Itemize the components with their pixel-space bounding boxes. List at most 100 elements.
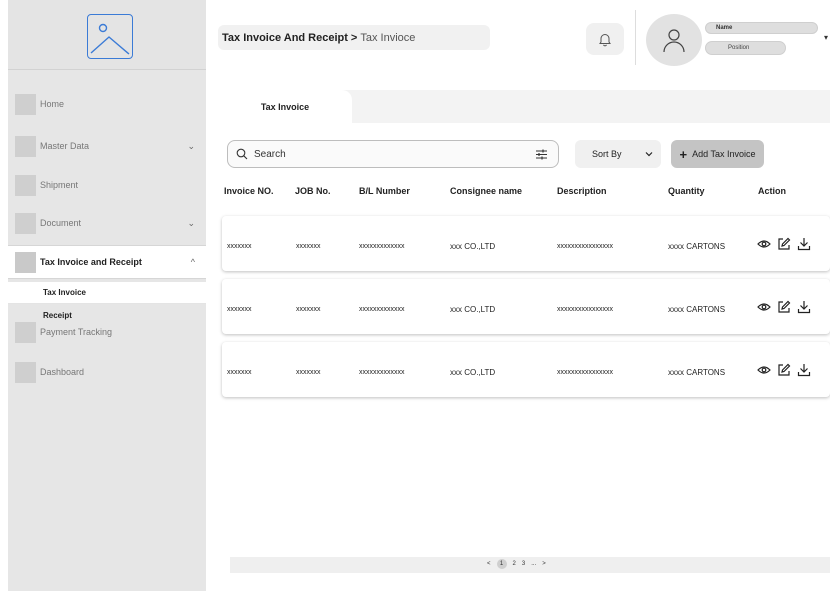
- sidebar-item-label: Master Data: [40, 141, 90, 151]
- column-header-job-no: JOB No.: [295, 186, 331, 196]
- document-icon: [15, 212, 36, 234]
- chevron-down-icon: ⌄: [187, 140, 195, 151]
- pagination: < 1 2 3 ... >: [487, 559, 546, 569]
- breadcrumb-parent[interactable]: Tax Invoice And Receipt: [222, 32, 348, 44]
- pagination-page-3[interactable]: 3: [522, 561, 525, 567]
- sidebar-item-tax-invoice-and-receipt[interactable]: Tax Invoice and Receipt ^: [8, 245, 206, 279]
- column-header-consignee-name: Consignee name: [450, 186, 523, 196]
- cell-bl-number: xxxxxxxxxxxxx: [359, 306, 405, 313]
- sidebar-item-label: Dashboard: [40, 367, 85, 377]
- column-header-invoice-no: Invoice NO.: [224, 186, 274, 196]
- edit-icon[interactable]: [776, 299, 792, 315]
- payment-tracking-icon: [15, 321, 36, 343]
- cell-bl-number: xxxxxxxxxxxxx: [359, 369, 405, 376]
- row-actions: [756, 299, 812, 315]
- cell-consignee-name: xxx CO.,LTD: [450, 242, 496, 251]
- search-icon: [236, 148, 248, 160]
- sidebar-item-label: Tax Invoice and Receipt: [40, 257, 142, 267]
- cell-consignee-name: xxx CO.,LTD: [450, 368, 496, 377]
- sidebar-item-label: Home: [40, 99, 65, 109]
- tax-invoice-icon: [15, 251, 36, 273]
- pagination-prev-button[interactable]: <: [487, 561, 491, 567]
- sidebar-item-label: Shipment: [40, 180, 79, 190]
- header-divider: [635, 10, 636, 65]
- pagination-next-button[interactable]: >: [542, 561, 546, 567]
- tab-tax-invoice[interactable]: Tax Invoice: [218, 90, 352, 123]
- cell-invoice-no: xxxxxxx: [227, 369, 252, 376]
- cell-invoice-no: xxxxxxx: [227, 306, 252, 313]
- download-icon[interactable]: [796, 299, 812, 315]
- cell-job-no: xxxxxxx: [296, 243, 321, 250]
- cell-job-no: xxxxxxx: [296, 369, 321, 376]
- pagination-bar: < 1 2 3 ... >: [230, 557, 830, 573]
- cell-description: xxxxxxxxxxxxxxxx: [557, 243, 613, 250]
- sidebar-item-document[interactable]: Document ⌄: [8, 206, 206, 240]
- dashboard-icon: [15, 361, 36, 383]
- breadcrumb-current: Tax Invioce: [360, 31, 416, 44]
- view-eye-icon[interactable]: [756, 362, 772, 378]
- column-header-quantity: Quantity: [668, 186, 705, 196]
- user-icon: [663, 29, 685, 53]
- column-header-description: Description: [557, 186, 607, 196]
- sort-by-dropdown[interactable]: Sort By: [575, 140, 661, 168]
- table-row[interactable]: xxxxxxx xxxxxxx xxxxxxxxxxxxx xxx CO.,LT…: [222, 342, 830, 397]
- cell-bl-number: xxxxxxxxxxxxx: [359, 243, 405, 250]
- cell-quantity: xxxx CARTONS: [668, 242, 726, 251]
- cell-description: xxxxxxxxxxxxxxxx: [557, 306, 613, 313]
- cell-job-no: xxxxxxx: [296, 306, 321, 313]
- table-row[interactable]: xxxxxxx xxxxxxx xxxxxxxxxxxxx xxx CO.,LT…: [222, 216, 830, 271]
- sidebar-item-label: Document: [40, 218, 82, 228]
- edit-icon[interactable]: [776, 362, 792, 378]
- notification-button[interactable]: [586, 23, 624, 55]
- cell-quantity: xxxx CARTONS: [668, 305, 726, 314]
- cell-quantity: xxxx CARTONS: [668, 368, 726, 377]
- search-field[interactable]: [227, 140, 559, 168]
- sidebar: Home Master Data ⌄ Shipment Document ⌄ T…: [8, 0, 206, 591]
- sidebar-item-dashboard[interactable]: Dashboard: [8, 355, 206, 389]
- row-actions: [756, 362, 812, 378]
- download-icon[interactable]: [796, 362, 812, 378]
- profile-name: Name: [705, 22, 818, 34]
- image-placeholder-icon: [87, 14, 133, 59]
- view-eye-icon[interactable]: [756, 299, 772, 315]
- sidebar-item-master-data[interactable]: Master Data ⌄: [8, 129, 206, 163]
- sidebar-subitem-tax-invoice[interactable]: Tax Invoice: [8, 282, 206, 304]
- pagination-page-1[interactable]: 1: [496, 559, 507, 569]
- shipment-icon: [15, 174, 36, 196]
- column-header-action: Action: [758, 186, 786, 196]
- add-tax-invoice-button[interactable]: + Add Tax Invoice: [671, 140, 764, 168]
- table-row[interactable]: xxxxxxx xxxxxxx xxxxxxxxxxxxx xxx CO.,LT…: [222, 279, 830, 334]
- cell-description: xxxxxxxxxxxxxxxx: [557, 369, 613, 376]
- search-input[interactable]: [254, 148, 504, 160]
- view-eye-icon[interactable]: [756, 236, 772, 252]
- profile-position: Position: [705, 41, 786, 55]
- breadcrumb-separator: >: [350, 31, 358, 44]
- master-data-icon: [15, 135, 36, 157]
- plus-icon: +: [679, 146, 688, 162]
- download-icon[interactable]: [796, 236, 812, 252]
- chevron-up-icon: ^: [190, 257, 195, 267]
- sidebar-subitem-label: Tax Invoice: [43, 288, 86, 297]
- sidebar-item-shipment[interactable]: Shipment: [8, 168, 206, 202]
- home-icon: [15, 93, 36, 115]
- cell-consignee-name: xxx CO.,LTD: [450, 305, 496, 314]
- logo-area: [8, 0, 206, 70]
- breadcrumb: Tax Invoice And Receipt > Tax Invioce: [218, 25, 490, 50]
- filter-sliders-icon[interactable]: [535, 148, 548, 161]
- sidebar-item-label: Payment Tracking: [40, 327, 113, 337]
- app-root: Home Master Data ⌄ Shipment Document ⌄ T…: [0, 0, 830, 591]
- column-header-bl-number: B/L Number: [359, 186, 410, 196]
- sort-by-label: Sort By: [592, 149, 622, 159]
- sidebar-item-home[interactable]: Home: [8, 87, 206, 121]
- cell-invoice-no: xxxxxxx: [227, 243, 252, 250]
- edit-icon[interactable]: [776, 236, 792, 252]
- add-tax-invoice-label: Add Tax Invoice: [692, 149, 756, 159]
- pagination-ellipsis: ...: [531, 561, 537, 567]
- row-actions: [756, 236, 812, 252]
- profile-caret-icon[interactable]: ▾: [824, 33, 828, 42]
- chevron-down-icon: ⌄: [187, 217, 195, 228]
- sidebar-item-payment-tracking[interactable]: Payment Tracking: [8, 315, 206, 349]
- bell-icon: [599, 33, 611, 46]
- pagination-page-2[interactable]: 2: [513, 561, 516, 567]
- avatar[interactable]: [646, 14, 702, 66]
